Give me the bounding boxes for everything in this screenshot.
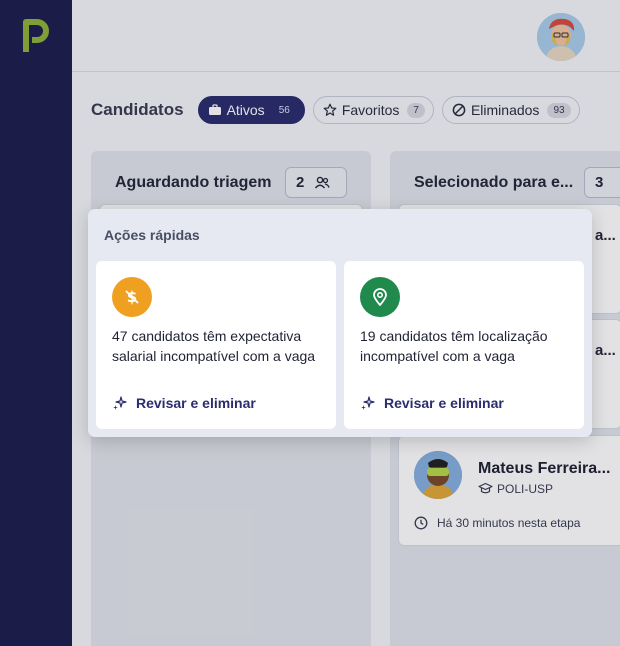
- review-eliminate-label: Revisar e eliminar: [136, 395, 256, 411]
- review-eliminate-link[interactable]: Revisar e eliminar: [360, 395, 504, 411]
- quick-action-text: 19 candidatos têm localização incompatív…: [360, 328, 548, 364]
- review-eliminate-link[interactable]: Revisar e eliminar: [112, 395, 256, 411]
- quick-actions-title: Ações rápidas: [104, 227, 200, 243]
- review-eliminate-label: Revisar e eliminar: [384, 395, 504, 411]
- sparkle-icon: [112, 395, 128, 411]
- quick-action-location: 19 candidatos têm localização incompatív…: [344, 261, 584, 429]
- sparkle-icon: [360, 395, 376, 411]
- quick-action-salary: $ 47 candidatos têm expectativa salarial…: [96, 261, 336, 429]
- quick-actions-popover: Ações rápidas $ 47 candidatos têm expect…: [88, 209, 592, 437]
- location-pin-icon: [360, 277, 400, 317]
- no-money-icon: $: [112, 277, 152, 317]
- quick-action-text: 47 candidatos têm expectativa salarial i…: [112, 328, 316, 364]
